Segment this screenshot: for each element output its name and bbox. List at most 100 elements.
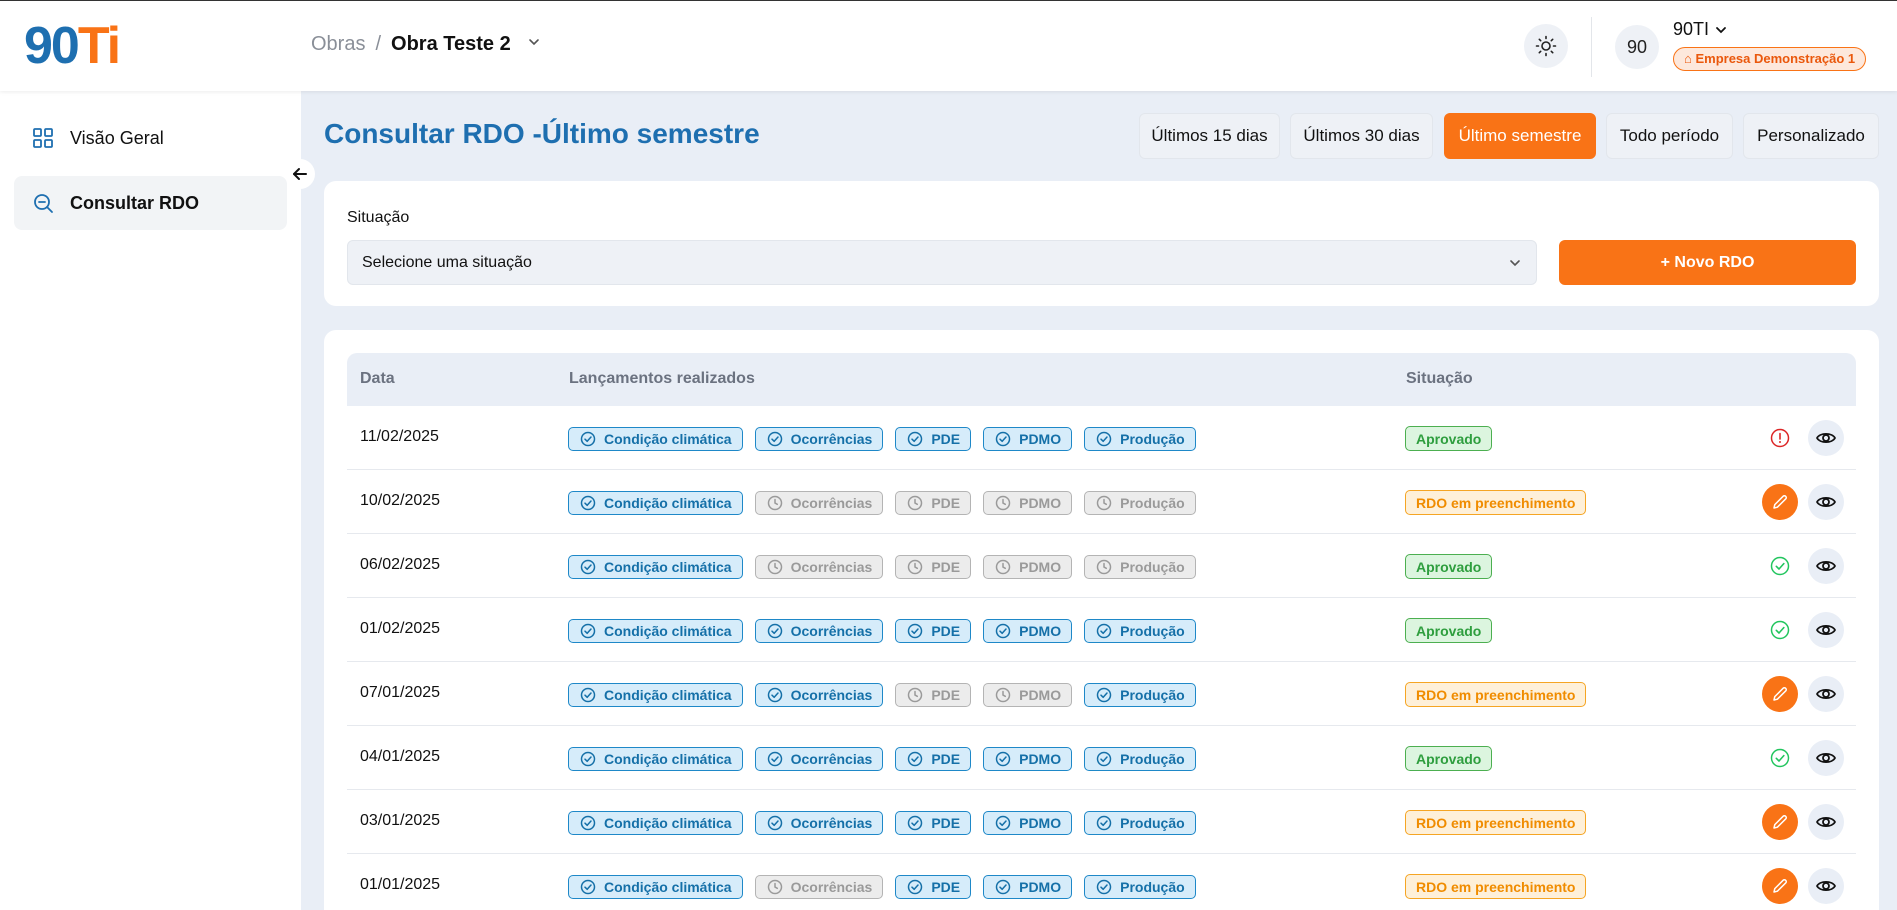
tab-todo-periodo[interactable]: Todo período: [1606, 113, 1733, 159]
edit-button[interactable]: [1762, 868, 1798, 904]
edit-button[interactable]: [1762, 676, 1798, 712]
entries-chips: Condição climática Ocorrências PDE PDMO Prod…: [568, 491, 1196, 515]
entries-chips: Condição climática Ocorrências PDE PDMO Prod…: [568, 555, 1196, 579]
entry-chip-ocorrencias: Ocorrências: [754, 747, 884, 771]
entry-chip-pdmo: PDMO: [983, 555, 1073, 579]
check-circle-icon: [580, 815, 596, 831]
entry-chip-label: PDMO: [1019, 495, 1062, 511]
view-button[interactable]: [1808, 548, 1844, 584]
entry-chip-label: Condição climática: [604, 623, 732, 639]
entry-chip-label: PDE: [931, 879, 961, 895]
collapse-sidebar-button[interactable]: [285, 159, 315, 189]
page-title-main: Consultar RDO -: [324, 118, 542, 149]
row-date: 01/02/2025: [360, 620, 441, 637]
entry-chip-label: Produção: [1120, 559, 1185, 575]
eye-icon: [1816, 880, 1836, 892]
logo[interactable]: 90Ti: [24, 19, 121, 73]
status-select[interactable]: Selecione uma situação: [347, 240, 1537, 285]
avatar[interactable]: 90: [1615, 25, 1659, 69]
eye-icon: [1816, 688, 1836, 700]
entry-chip-label: Ocorrências: [790, 623, 873, 639]
pencil-icon: [1773, 686, 1788, 701]
table-row: 01/01/2025 Condição climática Ocorrências P…: [347, 854, 1856, 910]
info-button[interactable]: [1762, 420, 1798, 456]
check-circle-icon: [1096, 879, 1112, 895]
check-circle-icon: [995, 815, 1011, 831]
entry-chip-pdmo: PDMO: [983, 683, 1073, 707]
entry-chip-pdmo: PDMO: [983, 427, 1073, 451]
check-circle-icon: [580, 495, 596, 511]
sidebar-item-label: Visão Geral: [70, 127, 164, 148]
sidebar-item-label: Consultar RDO: [70, 192, 200, 213]
entry-chip-label: Condição climática: [604, 495, 732, 511]
view-button[interactable]: [1808, 740, 1844, 776]
user-name: 90TI: [1673, 19, 1710, 39]
entry-chip-label: Condição climática: [604, 559, 732, 575]
entry-chip-label: Ocorrências: [790, 815, 873, 831]
entry-chip-label: PDMO: [1019, 879, 1062, 895]
tab-ultimos-30-dias[interactable]: Últimos 30 dias: [1290, 113, 1433, 159]
entry-chip-label: Produção: [1120, 623, 1185, 639]
entries-chips: Condição climática Ocorrências PDE PDMO Prod…: [568, 811, 1196, 835]
theme-toggle-button[interactable]: [1524, 24, 1568, 68]
table-row: 10/02/2025 Condição climática Ocorrências P…: [347, 470, 1856, 534]
entry-chip-pde: PDE: [895, 811, 972, 835]
clock-icon: [767, 879, 783, 895]
view-button[interactable]: [1808, 868, 1844, 904]
search-doc-icon: [34, 194, 53, 213]
table-row: 07/01/2025 Condição climática Ocorrências P…: [347, 662, 1856, 726]
tab-personalizado[interactable]: Personalizado: [1743, 113, 1879, 159]
entry-chip-label: PDMO: [1019, 623, 1062, 639]
row-date: 10/02/2025: [360, 492, 441, 509]
entry-chip-label: Ocorrências: [790, 431, 873, 447]
row-date: 04/01/2025: [360, 748, 441, 765]
top-bar: 90Ti Obras / Obra Teste 2 90 90TI ⌂ Empr…: [0, 0, 1897, 91]
check-circle-icon: [995, 879, 1011, 895]
check-circle-icon: [1770, 748, 1790, 768]
chevron-down-icon[interactable]: [527, 35, 541, 54]
table-row: 03/01/2025 Condição climática Ocorrências P…: [347, 790, 1856, 854]
view-button[interactable]: [1808, 484, 1844, 520]
tab-ultimo-semestre[interactable]: Último semestre: [1444, 113, 1596, 159]
sidebar-item-consultar-rdo[interactable]: Consultar RDO: [14, 176, 287, 230]
tab-ultimos-15-dias[interactable]: Últimos 15 dias: [1139, 113, 1280, 159]
entry-chip-label: Condição climática: [604, 687, 732, 703]
check-circle-icon: [1096, 751, 1112, 767]
company-badge[interactable]: ⌂ Empresa Demonstração 1: [1673, 47, 1867, 71]
check-circle-icon: [907, 431, 923, 447]
view-button[interactable]: [1808, 804, 1844, 840]
sidebar-item-visao-geral[interactable]: Visão Geral: [14, 111, 287, 165]
edit-button[interactable]: [1762, 804, 1798, 840]
entry-chip-label: PDE: [931, 431, 961, 447]
entry-chip-producao: Produção: [1084, 555, 1196, 579]
chevron-down-icon: [1716, 26, 1726, 33]
entry-chip-ocorrencias: Ocorrências: [754, 683, 884, 707]
entry-chip-label: PDE: [931, 495, 961, 511]
column-header-date: Data: [360, 370, 395, 387]
entry-chip-label: Produção: [1120, 751, 1185, 767]
view-button[interactable]: [1808, 612, 1844, 648]
entry-chip-ocorrencias: Ocorrências: [754, 555, 884, 579]
company-name: Empresa Demonstração 1: [1695, 51, 1856, 66]
view-button[interactable]: [1808, 676, 1844, 712]
eye-icon: [1816, 752, 1836, 764]
check-circle-icon: [995, 623, 1011, 639]
user-menu[interactable]: 90TI: [1673, 19, 1727, 40]
clock-icon: [767, 559, 783, 575]
sun-icon: [1535, 35, 1557, 57]
breadcrumb-current[interactable]: Obra Teste 2: [391, 33, 511, 56]
clock-icon: [1096, 495, 1112, 511]
entry-chip-ocorrencias: Ocorrências: [754, 491, 884, 515]
entry-chip-label: Ocorrências: [790, 687, 873, 703]
new-rdo-button[interactable]: + Novo RDO: [1559, 240, 1856, 285]
view-button[interactable]: [1808, 420, 1844, 456]
check-circle-icon: [580, 623, 596, 639]
entry-chip-condicao-climatica: Condição climática: [568, 427, 743, 451]
breadcrumb-root[interactable]: Obras: [311, 33, 365, 56]
entry-chip-producao: Produção: [1084, 747, 1196, 771]
clock-icon: [1096, 559, 1112, 575]
edit-button[interactable]: [1762, 484, 1798, 520]
entry-chip-pdmo: PDMO: [983, 491, 1073, 515]
clock-icon: [995, 559, 1011, 575]
pencil-icon: [1773, 494, 1788, 509]
